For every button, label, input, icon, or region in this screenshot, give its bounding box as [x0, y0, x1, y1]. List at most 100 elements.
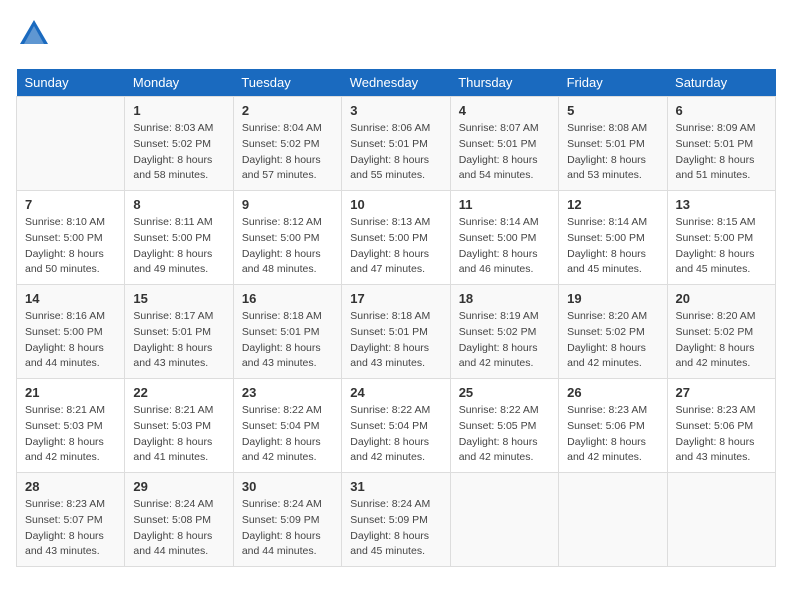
- calendar-cell: 27 Sunrise: 8:23 AMSunset: 5:06 PMDayligh…: [667, 379, 775, 473]
- day-number: 16: [242, 291, 333, 306]
- calendar-cell: 14Sunrise: 8:16 AMSunset: 5:00 PMDayligh…: [17, 285, 125, 379]
- day-info: Sunrise: 8:07 AMSunset: 5:01 PMDaylight:…: [459, 121, 550, 184]
- calendar-cell: 21 Sunrise: 8:21 AMSunset: 5:03 PMDayligh…: [17, 379, 125, 473]
- calendar-cell: 24 Sunrise: 8:22 AMSunset: 5:04 PMDayligh…: [342, 379, 450, 473]
- day-number: 23: [242, 385, 333, 400]
- calendar-cell: 20 Sunrise: 8:20 AMSunset: 5:02 PMDayligh…: [667, 285, 775, 379]
- day-info: Sunrise: 8:03 AMSunset: 5:02 PMDaylight:…: [133, 121, 224, 184]
- calendar-cell: 8Sunrise: 8:11 AMSunset: 5:00 PMDaylight…: [125, 191, 233, 285]
- calendar-cell: 12 Sunrise: 8:14 AMSunset: 5:00 PMDayligh…: [559, 191, 667, 285]
- day-info: Sunrise: 8:15 AMSunset: 5:00 PMDaylight:…: [676, 215, 767, 278]
- calendar-cell: 6 Sunrise: 8:09 AMSunset: 5:01 PMDaylight…: [667, 97, 775, 191]
- day-number: 19: [567, 291, 658, 306]
- day-info: Sunrise: 8:10 AMSunset: 5:00 PMDaylight:…: [25, 215, 116, 278]
- day-info: Sunrise: 8:20 AMSunset: 5:02 PMDaylight:…: [567, 309, 658, 372]
- day-info: Sunrise: 8:23 AMSunset: 5:06 PMDaylight:…: [567, 403, 658, 466]
- calendar-cell: 30 Sunrise: 8:24 AMSunset: 5:09 PMDayligh…: [233, 473, 341, 567]
- day-number: 29: [133, 479, 224, 494]
- day-number: 15: [133, 291, 224, 306]
- calendar-cell: 5 Sunrise: 8:08 AMSunset: 5:01 PMDaylight…: [559, 97, 667, 191]
- header-wednesday: Wednesday: [342, 69, 450, 97]
- day-info: Sunrise: 8:20 AMSunset: 5:02 PMDaylight:…: [676, 309, 767, 372]
- day-number: 9: [242, 197, 333, 212]
- header-saturday: Saturday: [667, 69, 775, 97]
- logo: [16, 16, 52, 57]
- week-row-3: 14Sunrise: 8:16 AMSunset: 5:00 PMDayligh…: [17, 285, 776, 379]
- calendar-cell: 28 Sunrise: 8:23 AMSunset: 5:07 PMDayligh…: [17, 473, 125, 567]
- day-number: 4: [459, 103, 550, 118]
- day-info: Sunrise: 8:22 AMSunset: 5:04 PMDaylight:…: [350, 403, 441, 466]
- day-info: Sunrise: 8:06 AMSunset: 5:01 PMDaylight:…: [350, 121, 441, 184]
- day-info: Sunrise: 8:14 AMSunset: 5:00 PMDaylight:…: [567, 215, 658, 278]
- calendar-cell: 4 Sunrise: 8:07 AMSunset: 5:01 PMDaylight…: [450, 97, 558, 191]
- calendar-cell: 15 Sunrise: 8:17 AMSunset: 5:01 PMDayligh…: [125, 285, 233, 379]
- day-number: 27: [676, 385, 767, 400]
- day-number: 25: [459, 385, 550, 400]
- week-row-4: 21 Sunrise: 8:21 AMSunset: 5:03 PMDayligh…: [17, 379, 776, 473]
- day-number: 22: [133, 385, 224, 400]
- day-info: Sunrise: 8:22 AMSunset: 5:04 PMDaylight:…: [242, 403, 333, 466]
- day-number: 21: [25, 385, 116, 400]
- calendar-cell: 26 Sunrise: 8:23 AMSunset: 5:06 PMDayligh…: [559, 379, 667, 473]
- day-info: Sunrise: 8:24 AMSunset: 5:09 PMDaylight:…: [242, 497, 333, 560]
- week-row-2: 7 Sunrise: 8:10 AMSunset: 5:00 PMDaylight…: [17, 191, 776, 285]
- header-friday: Friday: [559, 69, 667, 97]
- calendar-cell: [17, 97, 125, 191]
- day-number: 28: [25, 479, 116, 494]
- calendar-cell: 2Sunrise: 8:04 AMSunset: 5:02 PMDaylight…: [233, 97, 341, 191]
- day-number: 20: [676, 291, 767, 306]
- day-number: 13: [676, 197, 767, 212]
- calendar-cell: 16Sunrise: 8:18 AMSunset: 5:01 PMDayligh…: [233, 285, 341, 379]
- day-info: Sunrise: 8:24 AMSunset: 5:09 PMDaylight:…: [350, 497, 441, 560]
- day-info: Sunrise: 8:12 AMSunset: 5:00 PMDaylight:…: [242, 215, 333, 278]
- calendar-table: SundayMondayTuesdayWednesdayThursdayFrid…: [16, 69, 776, 567]
- day-number: 17: [350, 291, 441, 306]
- day-number: 11: [459, 197, 550, 212]
- calendar-cell: 22 Sunrise: 8:21 AMSunset: 5:03 PMDayligh…: [125, 379, 233, 473]
- day-info: Sunrise: 8:23 AMSunset: 5:07 PMDaylight:…: [25, 497, 116, 560]
- day-info: Sunrise: 8:21 AMSunset: 5:03 PMDaylight:…: [133, 403, 224, 466]
- calendar-cell: 10Sunrise: 8:13 AMSunset: 5:00 PMDayligh…: [342, 191, 450, 285]
- calendar-cell: 31 Sunrise: 8:24 AMSunset: 5:09 PMDayligh…: [342, 473, 450, 567]
- page-header: [16, 16, 776, 57]
- day-info: Sunrise: 8:16 AMSunset: 5:00 PMDaylight:…: [25, 309, 116, 372]
- day-info: Sunrise: 8:18 AMSunset: 5:01 PMDaylight:…: [350, 309, 441, 372]
- day-number: 31: [350, 479, 441, 494]
- calendar-cell: 23 Sunrise: 8:22 AMSunset: 5:04 PMDayligh…: [233, 379, 341, 473]
- week-row-1: 1 Sunrise: 8:03 AMSunset: 5:02 PMDaylight…: [17, 97, 776, 191]
- calendar-cell: 3 Sunrise: 8:06 AMSunset: 5:01 PMDaylight…: [342, 97, 450, 191]
- day-info: Sunrise: 8:17 AMSunset: 5:01 PMDaylight:…: [133, 309, 224, 372]
- day-number: 7: [25, 197, 116, 212]
- header-sunday: Sunday: [17, 69, 125, 97]
- day-number: 18: [459, 291, 550, 306]
- calendar-cell: 18 Sunrise: 8:19 AMSunset: 5:02 PMDayligh…: [450, 285, 558, 379]
- day-number: 12: [567, 197, 658, 212]
- logo-icon: [16, 16, 52, 52]
- day-info: Sunrise: 8:24 AMSunset: 5:08 PMDaylight:…: [133, 497, 224, 560]
- day-info: Sunrise: 8:23 AMSunset: 5:06 PMDaylight:…: [676, 403, 767, 466]
- calendar-cell: 13 Sunrise: 8:15 AMSunset: 5:00 PMDayligh…: [667, 191, 775, 285]
- calendar-cell: [450, 473, 558, 567]
- calendar-cell: 17 Sunrise: 8:18 AMSunset: 5:01 PMDayligh…: [342, 285, 450, 379]
- week-row-5: 28 Sunrise: 8:23 AMSunset: 5:07 PMDayligh…: [17, 473, 776, 567]
- day-number: 1: [133, 103, 224, 118]
- day-info: Sunrise: 8:21 AMSunset: 5:03 PMDaylight:…: [25, 403, 116, 466]
- day-info: Sunrise: 8:09 AMSunset: 5:01 PMDaylight:…: [676, 121, 767, 184]
- calendar-cell: [667, 473, 775, 567]
- calendar-cell: [559, 473, 667, 567]
- calendar-cell: 25 Sunrise: 8:22 AMSunset: 5:05 PMDayligh…: [450, 379, 558, 473]
- day-number: 30: [242, 479, 333, 494]
- day-info: Sunrise: 8:08 AMSunset: 5:01 PMDaylight:…: [567, 121, 658, 184]
- calendar-cell: 7 Sunrise: 8:10 AMSunset: 5:00 PMDaylight…: [17, 191, 125, 285]
- day-info: Sunrise: 8:19 AMSunset: 5:02 PMDaylight:…: [459, 309, 550, 372]
- day-info: Sunrise: 8:22 AMSunset: 5:05 PMDaylight:…: [459, 403, 550, 466]
- day-number: 26: [567, 385, 658, 400]
- calendar-cell: 9 Sunrise: 8:12 AMSunset: 5:00 PMDaylight…: [233, 191, 341, 285]
- day-number: 24: [350, 385, 441, 400]
- day-number: 5: [567, 103, 658, 118]
- calendar-header-row: SundayMondayTuesdayWednesdayThursdayFrid…: [17, 69, 776, 97]
- day-number: 3: [350, 103, 441, 118]
- day-info: Sunrise: 8:13 AMSunset: 5:00 PMDaylight:…: [350, 215, 441, 278]
- day-number: 6: [676, 103, 767, 118]
- calendar-cell: 29 Sunrise: 8:24 AMSunset: 5:08 PMDayligh…: [125, 473, 233, 567]
